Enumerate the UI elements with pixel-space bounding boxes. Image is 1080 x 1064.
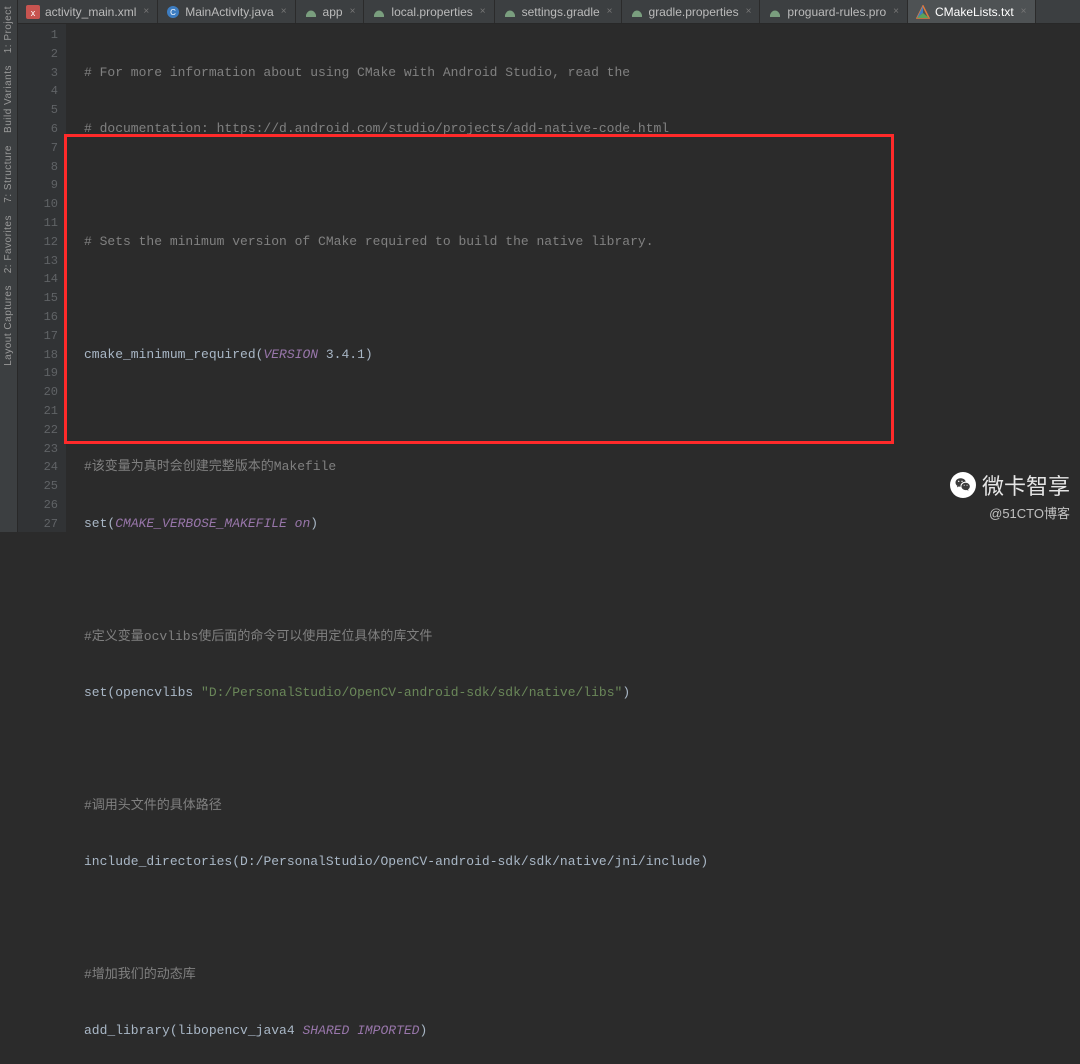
editor-tab[interactable]: proguard-rules.pro × — [760, 0, 908, 23]
editor-tab[interactable]: x activity_main.xml × — [18, 0, 158, 23]
editor-tab[interactable]: settings.gradle × — [495, 0, 622, 23]
gradle-file-icon — [768, 5, 782, 19]
editor-tab-bar: xactivity_main.xml×CMainActivity.java×ap… — [18, 0, 1080, 24]
tool-project[interactable]: 1: Project — [1, 0, 16, 59]
xml-file-icon: x — [26, 5, 40, 19]
svg-text:x: x — [31, 8, 36, 18]
gradle-file-icon — [630, 5, 644, 19]
code-editor[interactable]: # For more information about using CMake… — [66, 24, 1080, 532]
line-number: 21 — [18, 402, 58, 421]
close-icon[interactable]: × — [746, 6, 752, 17]
line-number: 11 — [18, 214, 58, 233]
fn-call: include_directories — [84, 854, 232, 869]
line-number: 17 — [18, 327, 58, 346]
line-number: 22 — [18, 421, 58, 440]
close-icon[interactable]: × — [893, 6, 899, 17]
comment: #增加我们的动态库 — [84, 967, 196, 982]
tab-label: CMakeLists.txt — [935, 5, 1014, 19]
editor-tab[interactable]: local.properties × — [364, 0, 494, 23]
line-number: 8 — [18, 158, 58, 177]
line-number: 10 — [18, 195, 58, 214]
gradle-file-icon — [304, 5, 318, 19]
cmake-file-icon — [916, 5, 930, 19]
comment: #调用头文件的具体路径 — [84, 798, 222, 813]
close-icon[interactable]: × — [281, 6, 287, 17]
line-number: 20 — [18, 383, 58, 402]
editor-tab[interactable]: C MainActivity.java × — [158, 0, 295, 23]
tab-label: local.properties — [391, 5, 472, 19]
line-number: 3 — [18, 64, 58, 83]
comment: # For more information about using CMake… — [84, 65, 630, 80]
fn-call: set — [84, 516, 107, 531]
watermark-title: 微卡智享 — [982, 469, 1070, 501]
line-number: 26 — [18, 496, 58, 515]
line-number: 1 — [18, 26, 58, 45]
tab-label: app — [323, 5, 343, 19]
line-number: 24 — [18, 458, 58, 477]
comment: # documentation: https://d.android.com/s… — [84, 121, 669, 136]
svg-text:C: C — [170, 8, 176, 17]
tool-structure[interactable]: 7: Structure — [1, 139, 16, 209]
line-number: 27 — [18, 515, 58, 534]
gradle-file-icon — [372, 5, 386, 19]
tab-label: settings.gradle — [522, 5, 600, 19]
comment: #该变量为真时会创建完整版本的Makefile — [84, 459, 336, 474]
line-number: 25 — [18, 477, 58, 496]
comment: #定义变量ocvlibs使后面的命令可以使用定位具体的库文件 — [84, 629, 432, 644]
fn-call: cmake_minimum_required — [84, 347, 256, 362]
fn-call: add_library — [84, 1023, 170, 1038]
comment: # Sets the minimum version of CMake requ… — [84, 234, 654, 249]
editor-tab[interactable]: gradle.properties × — [622, 0, 761, 23]
close-icon[interactable]: × — [350, 6, 356, 17]
line-number: 19 — [18, 364, 58, 383]
line-number: 15 — [18, 289, 58, 308]
close-icon[interactable]: × — [143, 6, 149, 17]
line-number: 12 — [18, 233, 58, 252]
watermark: 微卡智享 @51CTO博客 — [950, 469, 1070, 522]
tool-favorites[interactable]: 2: Favorites — [1, 209, 16, 279]
watermark-sub: @51CTO博客 — [950, 503, 1070, 522]
tab-label: proguard-rules.pro — [787, 5, 886, 19]
close-icon[interactable]: × — [1021, 6, 1027, 17]
line-gutter: 1234567891011121314151617181920212223242… — [18, 24, 66, 532]
line-number: 18 — [18, 346, 58, 365]
tab-label: activity_main.xml — [45, 5, 136, 19]
left-tool-strip: 1: Project Build Variants 7: Structure 2… — [0, 0, 18, 532]
java-file-icon: C — [166, 5, 180, 19]
line-number: 14 — [18, 270, 58, 289]
line-number: 6 — [18, 120, 58, 139]
line-number: 2 — [18, 45, 58, 64]
tab-label: MainActivity.java — [185, 5, 273, 19]
line-number: 16 — [18, 308, 58, 327]
tool-build-variants[interactable]: Build Variants — [1, 59, 16, 139]
line-number: 13 — [18, 252, 58, 271]
line-number: 9 — [18, 176, 58, 195]
editor-tab[interactable]: CMakeLists.txt × — [908, 0, 1036, 23]
line-number: 4 — [18, 82, 58, 101]
editor-tab[interactable]: app × — [296, 0, 365, 23]
fn-call: set — [84, 685, 107, 700]
line-number: 7 — [18, 139, 58, 158]
gradle-file-icon — [503, 5, 517, 19]
line-number: 5 — [18, 101, 58, 120]
close-icon[interactable]: × — [607, 6, 613, 17]
tool-layout-captures[interactable]: Layout Captures — [1, 279, 16, 372]
tab-label: gradle.properties — [649, 5, 739, 19]
close-icon[interactable]: × — [480, 6, 486, 17]
line-number: 23 — [18, 440, 58, 459]
wechat-icon — [950, 472, 976, 498]
